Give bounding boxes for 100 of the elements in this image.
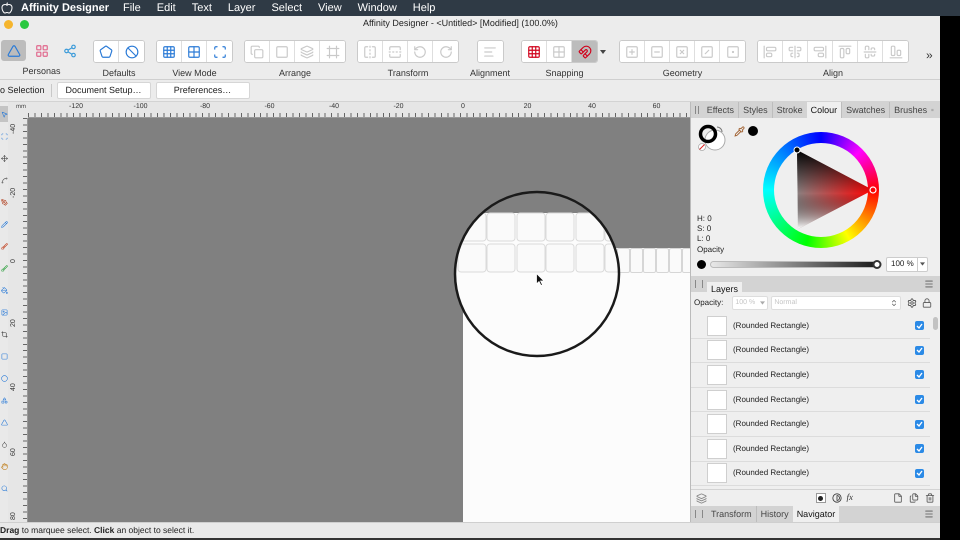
panel-tab[interactable]: Navigator — [792, 506, 840, 522]
caret-icon — [920, 262, 925, 266]
tool-icon — [0, 286, 8, 294]
lock-icon[interactable] — [922, 298, 932, 308]
current-colour-swatch[interactable] — [748, 126, 758, 136]
layer-row[interactable]: (Rounded Rectangle) — [691, 338, 930, 364]
layer-row[interactable]: (Rounded Rectangle) — [691, 314, 930, 339]
layers-icon — [300, 44, 314, 58]
panel-tab[interactable]: Effects — [702, 102, 738, 118]
menu-item[interactable]: Text — [192, 0, 212, 16]
menu-item[interactable]: Layer — [228, 0, 256, 16]
layer-thumbnail — [707, 463, 727, 484]
check-icon — [916, 446, 923, 452]
layer-thumbnail — [707, 364, 727, 385]
align-top-icon — [838, 44, 852, 58]
panel-tab[interactable]: Brushes — [889, 102, 932, 118]
toolbar-button[interactable] — [572, 41, 598, 62]
eyedropper-icon[interactable] — [734, 126, 745, 137]
rotate-left-icon — [413, 44, 427, 58]
toolbar-button[interactable] — [157, 41, 182, 62]
check-icon — [916, 322, 923, 329]
zoom-button[interactable] — [20, 20, 29, 28]
check-icon — [916, 372, 923, 378]
align-left-icon — [763, 44, 778, 58]
visibility-checkbox[interactable] — [915, 395, 924, 404]
opacity-value: 100 % — [891, 258, 914, 270]
menu-item[interactable]: Select — [271, 0, 302, 16]
toolbar-button[interactable] — [94, 41, 119, 62]
tool-icon — [0, 396, 8, 404]
visibility-checkbox[interactable] — [915, 468, 924, 478]
menu-item[interactable]: Help — [412, 0, 436, 16]
toolbar-button[interactable] — [1, 40, 26, 61]
layer-name: (Rounded Rectangle) — [733, 320, 810, 332]
status-text: Drag to marquee select. Click an object to select it. — [0, 524, 194, 537]
adjustment-icon[interactable] — [832, 493, 842, 503]
square-plus-icon — [625, 44, 640, 58]
tool-icon — [0, 374, 8, 382]
menu-item[interactable]: File — [123, 0, 141, 16]
layer-row[interactable]: (Rounded Rectangle) — [691, 388, 930, 412]
pointer-cursor-icon — [536, 273, 545, 286]
visibility-checkbox[interactable] — [915, 346, 924, 355]
trash-icon[interactable] — [925, 493, 935, 503]
menu-item[interactable]: Edit — [156, 0, 176, 16]
tool-icon — [0, 418, 8, 426]
panel-tab[interactable]: Styles — [738, 102, 772, 118]
panel-tab[interactable]: Transform — [707, 506, 756, 522]
toolbar-group-label: Geometry — [662, 69, 702, 78]
panel-tab[interactable]: Colour — [806, 102, 842, 118]
colour-grid-icon — [34, 44, 48, 58]
visibility-checkbox[interactable] — [915, 420, 924, 429]
layer-row[interactable]: (Rounded Rectangle) — [691, 363, 930, 388]
align-right-icon — [813, 44, 828, 58]
app-name[interactable]: Affinity Designer — [21, 0, 110, 16]
visibility-checkbox[interactable] — [915, 444, 924, 454]
tool-icon — [0, 330, 8, 338]
align-centre-icon — [788, 44, 802, 58]
panel-tab[interactable]: Swatches — [841, 102, 890, 118]
visibility-checkbox[interactable] — [915, 321, 924, 330]
context-button[interactable]: Preferences… — [156, 82, 250, 99]
opacity-slider-thumb[interactable] — [872, 260, 882, 268]
mask-button[interactable] — [816, 493, 826, 503]
panel-menu-icon[interactable] — [924, 279, 934, 289]
toolbar-group-label: Arrange — [278, 69, 312, 78]
stroke-fill-swatch-icon[interactable] — [697, 124, 727, 152]
tool-icon — [0, 242, 8, 250]
context-button[interactable]: Document Setup… — [56, 82, 151, 99]
layer-thumbnail — [707, 340, 727, 360]
tool-icon — [0, 176, 8, 184]
toolbar-group-label: Personas — [22, 67, 61, 76]
tool-icon — [0, 110, 8, 118]
tool-icon — [0, 440, 8, 448]
fx-button[interactable]: fx — [846, 491, 853, 505]
panel-menu-icon[interactable] — [924, 509, 934, 519]
toolbar-overflow-button[interactable]: » — [926, 49, 933, 61]
tool-icon — [0, 308, 8, 316]
caret-icon — [600, 50, 606, 54]
tool-icon — [0, 352, 8, 360]
layer-row[interactable]: (Rounded Rectangle) — [691, 462, 930, 486]
layer-opacity-label: Opacity: — [694, 297, 724, 309]
flip-horizontal-icon — [363, 44, 377, 58]
align-middle-icon — [863, 44, 878, 58]
tool-icon — [0, 264, 8, 272]
toolbar-group-label: Transform — [388, 69, 428, 78]
duplicate-icon[interactable] — [909, 493, 919, 503]
layers-icon[interactable] — [696, 492, 707, 504]
document-icon[interactable] — [893, 493, 903, 503]
layer-name: (Rounded Rectangle) — [733, 394, 810, 406]
layer-name: (Rounded Rectangle) — [733, 467, 810, 480]
layer-row[interactable]: (Rounded Rectangle) — [691, 412, 930, 437]
settings-icon[interactable] — [907, 298, 918, 308]
toolbar-button[interactable] — [522, 41, 548, 62]
menu-item[interactable]: Window — [358, 0, 397, 16]
scrollbar-thumb[interactable] — [932, 317, 938, 330]
menu-item[interactable]: View — [318, 0, 342, 16]
square-cross-icon — [675, 44, 690, 58]
window-title: Affinity Designer - <Untitled> [Modified] (100.0%) — [363, 17, 558, 30]
opacity-field[interactable]: 100 % — [886, 256, 928, 272]
apple-icon[interactable] — [1, 2, 13, 14]
visibility-checkbox[interactable] — [915, 370, 924, 380]
layer-row[interactable]: (Rounded Rectangle) — [691, 436, 930, 462]
